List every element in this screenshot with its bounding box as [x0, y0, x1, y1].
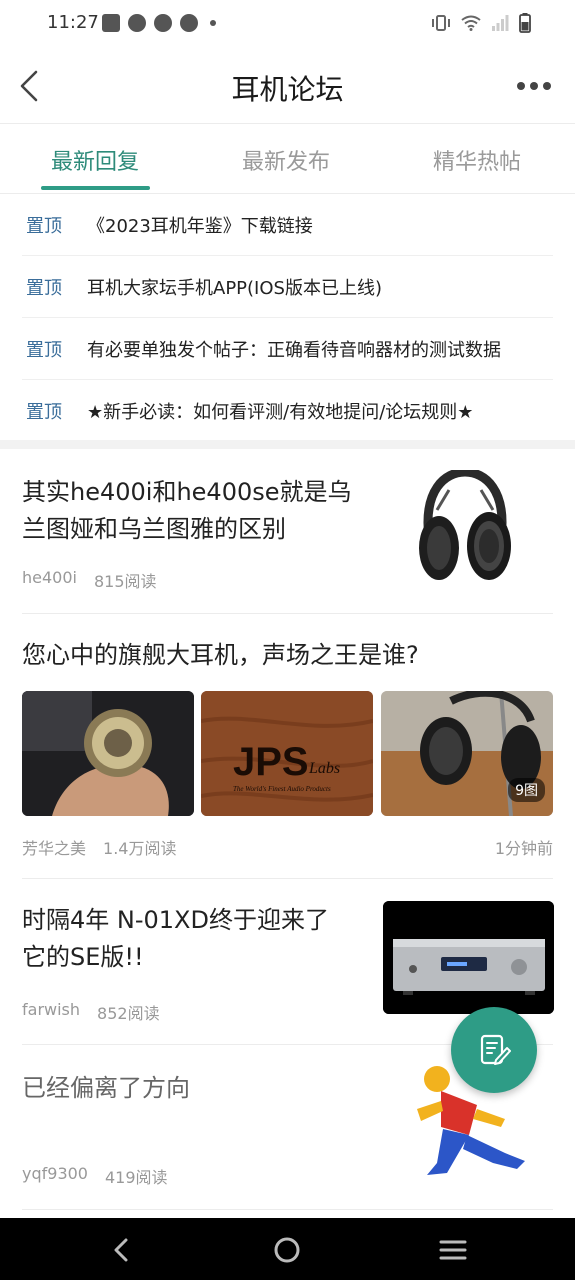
app-bar: 耳机论坛 — [0, 48, 575, 124]
system-nav-bar — [0, 1218, 575, 1280]
nav-menu-icon — [439, 1240, 467, 1260]
post-image-3: 9图 — [381, 691, 553, 816]
post-title: 时隔4年 N-01XD终于迎来了它的SE版!! — [22, 906, 329, 971]
post-meta: 芳华之美 1.4万阅读 1分钟前 — [22, 835, 553, 859]
post-time: 1分钟前 — [494, 839, 553, 858]
post-thumbnail-headphones — [415, 470, 515, 584]
pinned-item[interactable]: 置顶 耳机大家坛手机APP(IOS版本已上线) — [22, 256, 553, 318]
nav-back-button[interactable] — [106, 1234, 138, 1266]
page-title: 耳机论坛 — [231, 73, 344, 106]
signal-icon — [492, 15, 509, 31]
status-time: 11:27 — [47, 12, 99, 33]
system-icons — [431, 13, 531, 33]
tab-latest-post[interactable]: 最新发布 — [242, 144, 330, 176]
post-author: yqf9300 — [22, 1164, 88, 1183]
app-notification-icon — [128, 14, 146, 32]
pinned-item[interactable]: 置顶 《2023耳机年鉴》下载链接 — [22, 194, 553, 256]
nav-back-icon — [114, 1238, 128, 1262]
pinned-tag: 置顶 — [26, 402, 62, 423]
pinned-title: 有必要单独发个帖子：正确看待音响器材的测试数据 — [87, 339, 501, 361]
more-options-button[interactable] — [515, 74, 553, 98]
wifi-icon — [461, 15, 481, 31]
tab-bar: 最新回复 最新发布 精华热帖 — [0, 124, 575, 194]
pinned-title: 耳机大家坛手机APP(IOS版本已上线) — [87, 277, 382, 299]
post-title: 您心中的旗舰大耳机，声场之王是谁? — [22, 641, 419, 669]
app-notification-icon — [154, 14, 172, 32]
vibrate-icon — [432, 15, 450, 31]
notification-icon — [102, 14, 120, 32]
battery-icon — [519, 13, 531, 33]
tab-indicator — [41, 186, 150, 190]
nav-recents-button[interactable] — [437, 1234, 469, 1266]
post-meta: farwish 852阅读 — [22, 1000, 160, 1024]
post-reads: 852阅读 — [97, 1004, 160, 1023]
post-reads: 419阅读 — [104, 1168, 168, 1187]
tab-featured[interactable]: 精华热帖 — [433, 144, 521, 176]
post-meta: he400i 815阅读 — [22, 568, 157, 592]
section-divider — [0, 440, 575, 449]
logo-sub-text: Labs — [308, 760, 340, 777]
post-image-2: JPS Labs The World's Finest Audio Produc… — [201, 691, 373, 816]
pinned-tag: 置顶 — [26, 215, 62, 237]
more-dots-icon — [517, 82, 525, 90]
logo-main-text: JPS — [233, 740, 309, 784]
pinned-item[interactable]: 置顶 ★新手必读：如何看评测/有效地提问/论坛规则★ — [22, 380, 553, 442]
post-title: 其实he400i和he400se就是乌兰图娅和乌兰图雅的区别 — [22, 478, 352, 543]
post-author: 芳华之美 — [22, 839, 87, 858]
edit-note-icon — [480, 1034, 511, 1065]
post-reads: 1.4万阅读 — [103, 839, 177, 858]
nav-home-icon — [274, 1237, 300, 1263]
compose-post-button[interactable] — [451, 1007, 537, 1093]
pinned-title: ★新手必读：如何看评测/有效地提问/论坛规则★ — [87, 402, 474, 423]
pinned-title: 《2023耳机年鉴》下载链接 — [87, 215, 313, 237]
post-author: farwish — [22, 1000, 81, 1019]
status-bar: 11:27 — [0, 0, 575, 48]
post-item[interactable]: 您心中的旗舰大耳机，声场之王是谁? JPS Labs The World's F… — [22, 614, 553, 879]
post-image-1 — [22, 691, 194, 816]
post-reads: 815阅读 — [93, 572, 157, 591]
post-title: 已经偏离了方向 — [22, 1074, 190, 1102]
post-item[interactable]: 其实he400i和he400se就是乌兰图娅和乌兰图雅的区别 he400i 81… — [22, 449, 553, 614]
post-thumbnail-amplifier — [383, 901, 554, 1014]
more-notifications-icon — [210, 20, 216, 26]
app-notification-icon — [180, 14, 198, 32]
tab-latest-reply[interactable]: 最新回复 — [51, 144, 139, 176]
pinned-tag: 置顶 — [26, 339, 62, 361]
pinned-tag: 置顶 — [26, 277, 62, 299]
image-count-badge: 9图 — [508, 778, 545, 802]
pinned-list: 置顶 《2023耳机年鉴》下载链接 置顶 耳机大家坛手机APP(IOS版本已上线… — [0, 194, 575, 442]
notification-icons — [102, 14, 216, 32]
pinned-item[interactable]: 置顶 有必要单独发个帖子：正确看待音响器材的测试数据 — [22, 318, 553, 380]
logo-tagline: The World's Finest Audio Products — [233, 785, 331, 793]
post-author: he400i — [22, 568, 77, 587]
nav-home-button[interactable] — [271, 1234, 303, 1266]
post-meta: yqf9300 419阅读 — [22, 1164, 168, 1188]
